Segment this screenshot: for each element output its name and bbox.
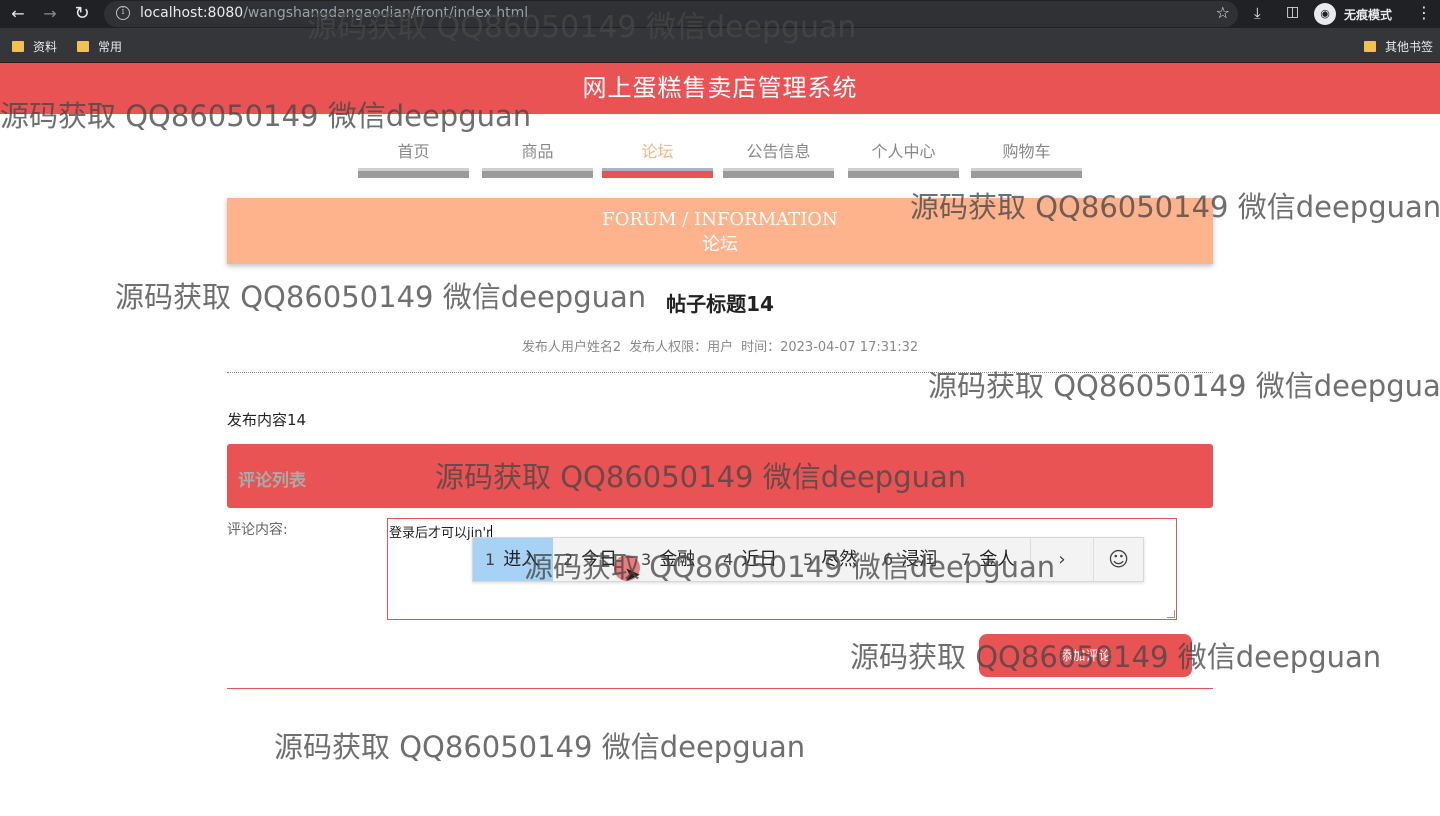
nav-label: 购物车 — [1002, 142, 1051, 161]
nav-underline — [723, 168, 834, 178]
nav-label: 公告信息 — [746, 142, 811, 161]
bookmark-folder-changyong[interactable]: 常用 — [77, 38, 122, 55]
nav-item-announcements[interactable]: 公告信息 — [723, 138, 834, 178]
nav-item-forum[interactable]: 论坛 — [602, 138, 713, 178]
post-content: 发布内容14 — [227, 411, 307, 429]
post-time: 时间：2023-04-07 17:31:32 — [741, 340, 919, 355]
watermark: 源码获取 QQ86050149 微信deepguan — [435, 460, 967, 494]
watermark: 源码获取 QQ86050149 微信deepguan — [910, 190, 1440, 224]
nav-item-home[interactable]: 首页 — [358, 138, 469, 178]
nav-label: 商品 — [521, 142, 554, 161]
bookmark-label: 其他书签 — [1385, 40, 1434, 54]
browser-menu-icon[interactable]: ⋮ — [1416, 3, 1432, 22]
watermark: 源码获取 QQ86050149 微信deepguan — [524, 550, 1056, 584]
folder-icon — [1364, 41, 1376, 52]
ime-emoji-icon[interactable]: ☺ — [1094, 538, 1143, 581]
resize-handle-icon[interactable] — [1167, 610, 1175, 618]
bookmark-label: 资料 — [33, 40, 58, 54]
folder-icon — [12, 41, 24, 52]
reload-icon[interactable]: ↻ — [72, 4, 92, 24]
post-meta: 发布人用户姓名2 发布人权限：用户 时间：2023-04-07 17:31:32 — [0, 336, 1440, 355]
watermark: 源码获取 QQ86050149 微信deepguan — [928, 369, 1440, 403]
bookmark-folder-ziliao[interactable]: 资料 — [12, 38, 57, 55]
post-role: 发布人权限：用户 — [629, 340, 734, 355]
nav-underline — [358, 168, 469, 178]
nav-label: 首页 — [397, 142, 430, 161]
nav-underline — [971, 168, 1082, 178]
forward-icon[interactable]: → — [40, 4, 60, 24]
watermark: 源码获取 QQ86050149 微信deepguan — [307, 10, 857, 45]
incognito-label[interactable]: 无痕模式 — [1344, 6, 1392, 23]
banner-chinese-title: 论坛 — [702, 234, 738, 255]
comment-list-title: 评论列表 — [238, 471, 306, 491]
nav-underline — [602, 168, 713, 178]
site-info-icon[interactable]: i — [116, 6, 130, 20]
nav-label: 论坛 — [641, 142, 674, 161]
nav-label: 个人中心 — [871, 142, 936, 161]
divider — [227, 688, 1213, 689]
watermark: 源码获取 QQ86050149 微信deepguan — [850, 640, 1382, 674]
nav-item-profile[interactable]: 个人中心 — [848, 138, 959, 178]
incognito-icon[interactable]: ◉ — [1314, 3, 1336, 25]
nav-item-products[interactable]: 商品 — [482, 138, 593, 178]
url-host: localhost:8080 — [140, 5, 244, 21]
download-icon[interactable]: ⤓ — [1254, 4, 1261, 22]
nav-item-cart[interactable]: 购物车 — [971, 138, 1082, 178]
back-icon[interactable]: ← — [8, 4, 28, 24]
folder-icon — [77, 41, 89, 52]
comment-content-label: 评论内容: — [227, 522, 288, 538]
nav-underline — [482, 168, 593, 178]
nav-underline — [848, 168, 959, 178]
bookmark-label: 常用 — [98, 40, 123, 54]
watermark: 源码获取 QQ86050149 微信deepguan — [274, 730, 806, 764]
bookmark-star-icon[interactable]: ☆ — [1216, 3, 1230, 22]
bookmark-folder-other[interactable]: 其他书签 — [1364, 38, 1433, 55]
post-author: 发布人用户姓名2 — [521, 340, 622, 355]
watermark: 源码获取 QQ86050149 微信deepguan — [115, 280, 647, 314]
side-panel-icon[interactable]: ◫ — [1286, 4, 1299, 20]
watermark: 源码获取 QQ86050149 微信deepguan — [0, 99, 532, 133]
